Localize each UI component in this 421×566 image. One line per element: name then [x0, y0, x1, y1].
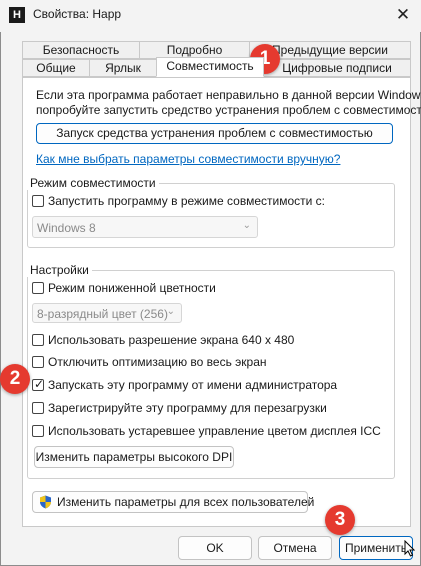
window-title: Свойства: Happ — [33, 7, 122, 21]
cancel-button[interactable]: Отмена — [258, 536, 332, 560]
run-troubleshooter-button[interactable]: Запуск средства устранения проблем с сов… — [36, 123, 393, 144]
intro-text-line2: попробуйте запустить средство устранения… — [36, 103, 421, 117]
disable-fullscreen-opt-label[interactable]: Отключить оптимизацию во весь экран — [48, 355, 267, 369]
compat-os-select[interactable]: Windows 8 ⌄ — [32, 216, 258, 238]
step-badge-2: 2 — [0, 364, 30, 394]
reduced-color-label[interactable]: Режим пониженной цветности — [48, 281, 216, 295]
register-restart-checkbox[interactable] — [32, 402, 44, 414]
close-button[interactable]: ✕ — [392, 4, 414, 26]
compat-help-link[interactable]: Как мне выбрать параметры совместимости … — [36, 152, 340, 166]
resolution-640-checkbox[interactable] — [32, 334, 44, 346]
tab-security[interactable]: Безопасность — [22, 41, 140, 59]
resolution-640-label[interactable]: Использовать разрешение экрана 640 x 480 — [48, 333, 294, 347]
change-all-users-button[interactable]: Изменить параметры для всех пользователе… — [32, 491, 314, 515]
register-restart-label[interactable]: Зарегистрируйте эту программу для переза… — [48, 401, 327, 415]
apply-button[interactable]: Применить — [339, 536, 413, 560]
tab-shortcut[interactable]: Ярлык — [89, 59, 157, 77]
chevron-down-icon: ⌄ — [242, 220, 251, 231]
run-as-admin-label[interactable]: Запускать эту программу от имени админис… — [48, 378, 337, 392]
intro-text-line1: Если эта программа работает неправильно … — [36, 88, 421, 102]
color-depth-select[interactable]: 8-разрядный цвет (256) ⌄ — [32, 303, 182, 323]
legacy-icc-checkbox[interactable] — [32, 425, 44, 437]
settings-legend: Настройки — [27, 263, 92, 277]
reduced-color-checkbox[interactable] — [32, 282, 44, 294]
compat-mode-label[interactable]: Запустить программу в режиме совместимос… — [48, 194, 325, 208]
compat-mode-legend: Режим совместимости — [27, 176, 159, 190]
tab-general[interactable]: Общие — [22, 59, 90, 77]
mouse-cursor-icon — [404, 539, 416, 560]
compat-mode-checkbox[interactable] — [32, 195, 44, 207]
disable-fullscreen-opt-checkbox[interactable] — [32, 356, 44, 368]
high-dpi-settings-button[interactable]: Изменить параметры высокого DPI — [34, 446, 234, 468]
legacy-icc-label[interactable]: Использовать устаревшее управление цвето… — [48, 424, 381, 438]
step-badge-3: 3 — [325, 505, 355, 535]
run-as-admin-checkbox[interactable]: ✓ — [32, 377, 45, 391]
checkmark-icon: ✓ — [34, 377, 45, 391]
tab-compatibility[interactable]: Совместимость — [156, 57, 264, 77]
chevron-down-icon: ⌄ — [166, 306, 175, 317]
app-icon: H — [9, 7, 25, 23]
tab-digital-signatures[interactable]: Цифровые подписи — [263, 59, 411, 77]
uac-shield-icon — [39, 495, 52, 515]
change-all-users-label: Изменить параметры для всех пользователе… — [57, 495, 315, 509]
ok-button[interactable]: OK — [178, 536, 252, 560]
compat-os-value: Windows 8 — [37, 221, 96, 235]
color-depth-value: 8-разрядный цвет (256) — [37, 307, 168, 321]
